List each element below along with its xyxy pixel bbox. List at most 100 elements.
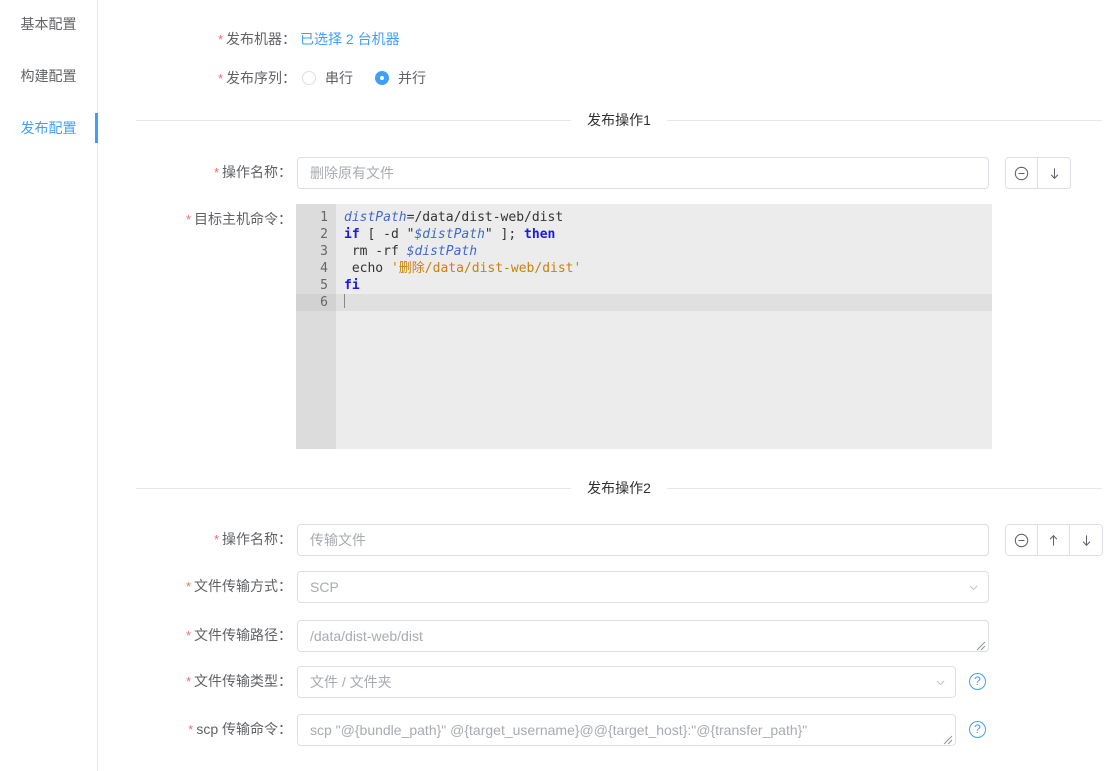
- selected-machines-link[interactable]: 已选择 2 台机器: [300, 24, 400, 54]
- required-asterisk: *: [185, 212, 191, 227]
- operation2-transfer-path-label: * 文件传输路径：: [185, 627, 292, 643]
- code-token-text: echo: [344, 261, 391, 276]
- radio-parallel[interactable]: 并行: [375, 68, 426, 88]
- sidebar-item-label: 发布配置: [20, 120, 77, 136]
- operation1-name-row: * 操作名称：: [180, 157, 992, 189]
- operation2-name-input-wrap: [297, 524, 989, 556]
- move-down-button[interactable]: [1038, 158, 1070, 188]
- radio-serial[interactable]: 串行: [302, 68, 353, 88]
- required-asterisk: *: [217, 32, 223, 47]
- code-token-text: =/data/dist-web/dist: [406, 210, 564, 225]
- line-number-active: 6: [296, 294, 336, 311]
- operation1-command-label: * 目标主机命令：: [185, 211, 292, 227]
- code-token-keyword: then: [524, 227, 556, 242]
- remove-operation-button[interactable]: [1006, 158, 1038, 188]
- sidebar-item-label: 构建配置: [20, 68, 77, 84]
- publish-machines-label: * 发布机器：: [217, 31, 296, 47]
- operation1-button-group: [1005, 157, 1071, 189]
- line-number: 2: [320, 227, 328, 242]
- divider-operation-2: 发布操作2: [136, 478, 1103, 498]
- divider-line: [136, 487, 572, 489]
- radio-circle-icon: [302, 71, 316, 85]
- required-asterisk: *: [213, 165, 219, 180]
- required-asterisk: *: [213, 532, 219, 547]
- code-token-text: " ];: [484, 227, 525, 242]
- publish-sequence-row: * 发布序列： 串行 并行: [196, 63, 448, 94]
- divider-operation-1: 发布操作1: [136, 110, 1103, 130]
- divider-line: [666, 487, 1103, 489]
- divider-title: 发布操作1: [587, 112, 651, 128]
- operation2-transfer-mode-row: * 文件传输方式：: [168, 571, 992, 603]
- radio-circle-checked-icon: [375, 71, 389, 85]
- move-down-button[interactable]: [1070, 525, 1102, 555]
- operation2-name-input[interactable]: [297, 524, 989, 556]
- operation2-transfer-type-label: * 文件传输类型：: [185, 673, 292, 689]
- operation1-code-editor[interactable]: 1 2 3 4 5 6 distPath=/data/dist-web/dist…: [296, 204, 992, 449]
- required-asterisk: *: [185, 628, 191, 643]
- operation2-transfer-mode-label: * 文件传输方式：: [185, 578, 292, 594]
- publish-sequence-label: * 发布序列：: [217, 70, 296, 86]
- arrow-down-icon: [1050, 167, 1058, 179]
- operation2-transfer-mode-select-wrap: [297, 571, 989, 603]
- minus-circle-icon: [1014, 533, 1029, 547]
- code-line: distPath=/data/dist-web/dist: [336, 209, 992, 226]
- operation2-transfer-mode-select[interactable]: [297, 571, 989, 603]
- operation1-command-row: * 目标主机命令：: [180, 207, 292, 232]
- required-asterisk: *: [188, 722, 194, 737]
- code-line-active: [336, 294, 992, 311]
- line-number: 5: [320, 278, 328, 293]
- line-number: 4: [320, 261, 328, 276]
- required-asterisk: *: [185, 674, 191, 689]
- operation2-transfer-path-textarea-wrap: /data/dist-web/dist: [297, 620, 989, 652]
- line-number: 3: [320, 244, 328, 259]
- required-asterisk: *: [185, 579, 191, 594]
- code-token-keyword: fi: [344, 278, 360, 293]
- code-token-text: [ -d ": [359, 227, 415, 242]
- remove-operation-button[interactable]: [1006, 525, 1038, 555]
- operation2-scp-command-label: * scp 传输命令：: [188, 721, 292, 737]
- code-line: echo '删除/data/dist-web/dist': [336, 260, 992, 277]
- operation2-scp-command-textarea[interactable]: scp "@{bundle_path}" @{target_username}@…: [297, 714, 956, 746]
- operation2-transfer-path-row: * 文件传输路径： /data/dist-web/dist: [168, 620, 992, 652]
- text-cursor: [344, 294, 345, 308]
- arrow-down-icon: [1082, 534, 1090, 546]
- code-token-variable: $distPath: [414, 227, 485, 242]
- editor-code-area[interactable]: distPath=/data/dist-web/dist if [ -d "$d…: [336, 204, 992, 449]
- minus-circle-icon: [1014, 166, 1029, 180]
- arrow-up-icon: [1049, 534, 1058, 546]
- code-token-variable: distPath: [344, 210, 407, 225]
- move-up-button[interactable]: [1038, 525, 1070, 555]
- divider-line: [136, 119, 572, 121]
- sidebar-item-build-config[interactable]: 构建配置: [0, 65, 97, 87]
- scp-command-help-icon[interactable]: ?: [969, 721, 986, 738]
- operation2-transfer-path-textarea[interactable]: /data/dist-web/dist: [297, 620, 989, 652]
- sidebar-nav: 基本配置 构建配置 发布配置: [0, 0, 98, 771]
- code-line: fi: [336, 277, 992, 294]
- line-number: 1: [320, 210, 328, 225]
- operation2-transfer-type-select-wrap: [297, 666, 956, 698]
- code-token-keyword: if: [344, 227, 360, 242]
- sidebar-item-basic-config[interactable]: 基本配置: [0, 13, 97, 35]
- divider-title: 发布操作2: [587, 480, 651, 496]
- publish-machines-row: * 发布机器： 已选择 2 台机器: [196, 24, 400, 55]
- operation1-name-input[interactable]: [297, 157, 989, 189]
- transfer-type-help-icon[interactable]: ?: [969, 673, 986, 690]
- sidebar-item-publish-config[interactable]: 发布配置: [0, 113, 98, 143]
- sidebar-item-label: 基本配置: [20, 16, 77, 32]
- operation1-name-input-wrap: [297, 157, 989, 189]
- code-token-string: '删除/data/dist-web/dist': [390, 261, 582, 276]
- active-indicator: [95, 113, 98, 143]
- code-token-variable: $distPath: [406, 244, 478, 259]
- operation1-name-label: * 操作名称：: [213, 164, 292, 180]
- operation2-name-label: * 操作名称：: [213, 531, 292, 547]
- operation2-button-group: [1005, 524, 1103, 556]
- operation2-transfer-type-row: * 文件传输类型：: [168, 666, 958, 698]
- operation2-transfer-type-select[interactable]: [297, 666, 956, 698]
- operation2-name-row: * 操作名称：: [180, 524, 992, 556]
- code-token-text: rm -rf: [344, 244, 407, 259]
- divider-line: [666, 119, 1103, 121]
- operation2-scp-command-row: * scp 传输命令： scp "@{bundle_path}" @{target…: [168, 714, 958, 746]
- required-asterisk: *: [217, 71, 223, 86]
- operation2-scp-command-textarea-wrap: scp "@{bundle_path}" @{target_username}@…: [297, 714, 956, 746]
- code-line: if [ -d "$distPath" ]; then: [336, 226, 992, 243]
